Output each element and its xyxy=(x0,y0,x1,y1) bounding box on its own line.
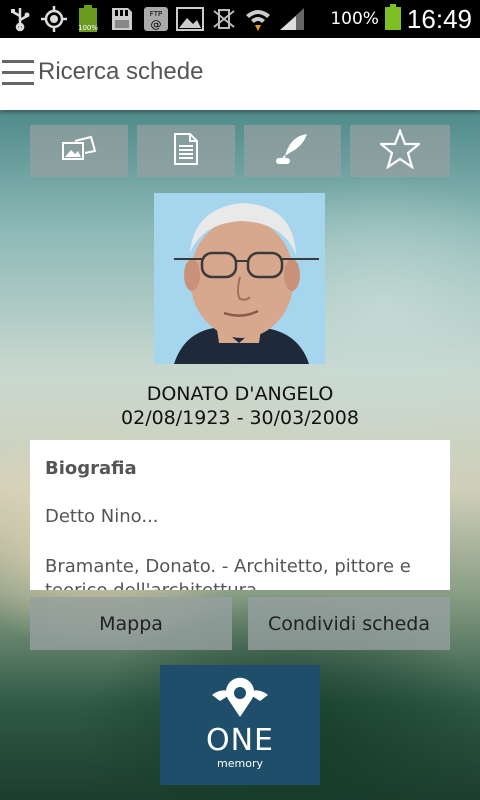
document-icon xyxy=(172,132,200,170)
battery-percent: 100% xyxy=(330,9,379,29)
biography-title: Biografia xyxy=(45,458,137,479)
usb-icon xyxy=(6,5,34,33)
vibrate-icon xyxy=(210,5,238,33)
star-icon xyxy=(378,127,423,173)
quill-icon xyxy=(273,132,311,170)
sd-card-icon xyxy=(108,5,136,33)
svg-text:@: @ xyxy=(151,18,162,31)
one-memory-logo: ONE memory xyxy=(160,665,320,785)
tab-document[interactable] xyxy=(136,125,235,177)
action-buttons: Mappa Condividi scheda xyxy=(30,597,450,650)
notification-icons: 100% FTP @ xyxy=(6,4,306,34)
status-right: 100% 16:49 xyxy=(330,0,472,38)
biography-paragraph: Bramante, Donato. - Architetto, pittore … xyxy=(45,556,411,590)
share-card-button[interactable]: Condividi scheda xyxy=(248,597,450,650)
logo-text-one: ONE xyxy=(205,723,274,758)
status-bar: 100% FTP @ 100% 16:49 xyxy=(0,0,480,38)
portrait-photo xyxy=(154,193,325,364)
content-area: DONATO D'ANGELO 02/08/1923 - 30/03/2008 … xyxy=(0,110,480,800)
menu-icon[interactable] xyxy=(2,58,36,88)
clock: 16:49 xyxy=(406,3,472,34)
tab-favorites[interactable] xyxy=(350,125,450,177)
page-title: Ricerca schede xyxy=(38,58,204,85)
image-icon xyxy=(176,5,204,33)
signal-icon xyxy=(278,5,306,33)
map-button[interactable]: Mappa xyxy=(30,597,232,650)
person-name: DONATO D'ANGELO xyxy=(146,383,334,405)
app-bar: Ricerca schede xyxy=(0,38,480,110)
tab-photos[interactable] xyxy=(30,125,128,177)
svg-text:100%: 100% xyxy=(78,24,98,32)
biography-paragraph: Detto Nino... xyxy=(45,506,159,527)
gps-icon xyxy=(40,5,68,33)
svg-text:FTP: FTP xyxy=(150,10,162,18)
tab-quill[interactable] xyxy=(243,125,342,177)
ftp-icon: FTP @ xyxy=(142,5,170,33)
biography-card[interactable]: Biografia Detto Nino... Bramante, Donato… xyxy=(30,440,450,590)
battery-icon xyxy=(384,4,401,34)
tab-bar xyxy=(30,125,450,177)
logo-text-memory: memory xyxy=(217,757,263,770)
wifi-icon xyxy=(244,5,272,33)
person-dates: 02/08/1923 - 30/03/2008 xyxy=(121,407,359,429)
photos-icon xyxy=(61,135,97,167)
battery-full-icon: 100% xyxy=(74,5,102,33)
